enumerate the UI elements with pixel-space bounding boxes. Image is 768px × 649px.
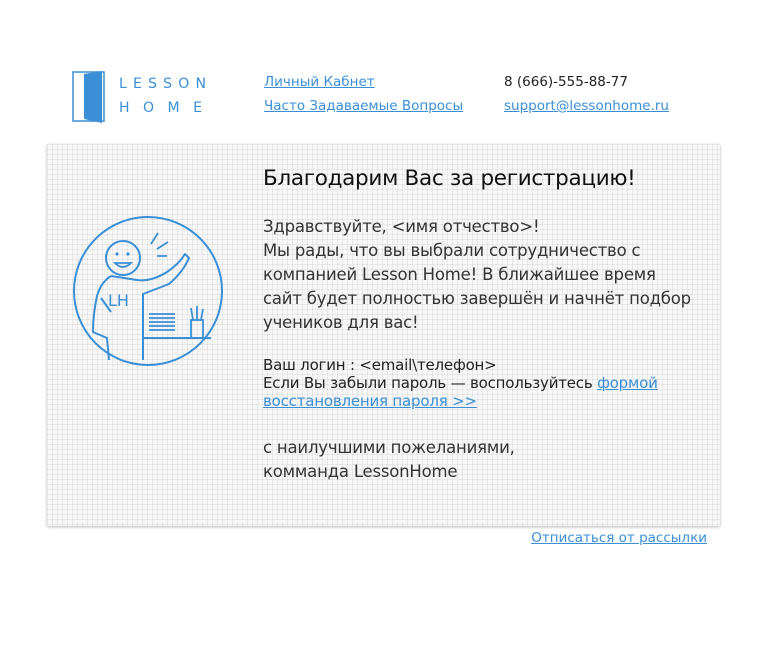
closing-line: с наилучшими пожеланиями,: [263, 438, 515, 457]
email-header: LESSON HOME Личный Кабнет Часто Задаваем…: [0, 0, 768, 140]
teacher-illustration: LH: [73, 216, 223, 366]
door-logo-icon: [72, 71, 105, 123]
lh-shirt-label: LH: [108, 291, 129, 310]
lessonhome-logo[interactable]: LESSON HOME: [72, 70, 212, 124]
personal-cabinet-link[interactable]: Личный Кабнет: [264, 74, 375, 90]
forgot-password-text: Если Вы забыли пароль — воспользуйтесь: [263, 374, 598, 392]
welcome-paragraph: Здравствуйте, <имя отчество>! Мы рады, ч…: [263, 215, 693, 335]
thank-you-title: Благодарим Вас за регистрацию!: [263, 166, 636, 191]
support-email-link[interactable]: support@lessonhome.ru: [504, 98, 669, 114]
login-line: Ваш логин : <email\телефон>: [263, 356, 497, 374]
signature-line: комманда LessonHome: [263, 462, 458, 481]
support-phone: 8 (666)-555-88-77: [504, 74, 628, 90]
greeting-line: Здравствуйте, <имя отчество>!: [263, 217, 540, 236]
logo-text-lesson: LESSON: [119, 76, 213, 92]
login-info: Ваш логин : <email\телефон> Если Вы забы…: [263, 356, 703, 410]
welcome-body: Мы рады, что вы выбрали сотрудничество с…: [263, 241, 691, 332]
logo-text-home: HOME: [119, 100, 216, 116]
closing-signature: с наилучшими пожеланиями, комманда Lesso…: [263, 436, 693, 484]
unsubscribe-link[interactable]: Отписаться от рассылки: [531, 530, 707, 546]
faq-link[interactable]: Часто Задаваемые Вопросы: [264, 98, 463, 114]
message-card: LH Благодарим Вас за регистрацию! Здравс…: [47, 144, 720, 526]
